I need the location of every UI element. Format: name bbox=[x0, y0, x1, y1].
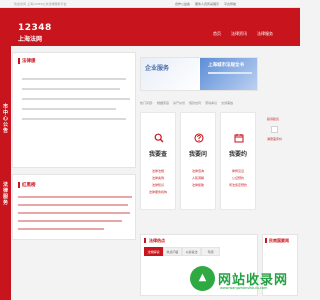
tab-interpretation[interactable]: 法规解读 bbox=[144, 247, 163, 256]
service-link[interactable]: 法律咨询 bbox=[181, 168, 215, 175]
tab-cases[interactable]: 以案说法 bbox=[182, 247, 201, 256]
service-link[interactable]: 法律案例 bbox=[141, 175, 175, 182]
service-query-items: 法律法规 法律案例 法律知识 法律服务机构 bbox=[141, 168, 175, 196]
site-header: 12348 上海法网 首页 法律资讯 法律服务 bbox=[0, 8, 300, 46]
service-appointment-items: 律师见证 公证预约 司法鉴定预约 bbox=[221, 168, 255, 189]
service-card-appointment[interactable]: 我要约 律师见证 公证预约 司法鉴定预约 bbox=[220, 112, 256, 210]
enterprise-service-banner[interactable]: 企业服务 bbox=[141, 58, 199, 90]
text-line bbox=[18, 220, 122, 222]
service-link[interactable]: 律师见证 bbox=[221, 168, 255, 175]
service-ask-title: 我要问 bbox=[188, 151, 207, 158]
service-appointment-title: 我要约 bbox=[228, 151, 247, 158]
rating-label[interactable]: 满意度评价 bbox=[267, 137, 282, 141]
service-link[interactable]: 法律援助 bbox=[181, 182, 215, 189]
nav-legal-service[interactable]: 法律服务 bbox=[257, 31, 273, 37]
tag-traffic[interactable]: 交通事故 bbox=[221, 101, 233, 105]
hot-tags: 热门问题: 婚姻家庭 房产纠纷 借款合同 劳动争议 交通事故 bbox=[140, 101, 233, 105]
feedback-icon[interactable] bbox=[271, 126, 278, 133]
top-link-cooperation[interactable]: 合作公益案 bbox=[175, 2, 190, 6]
news-side-title: 民商国要闻 bbox=[269, 238, 289, 243]
top-link-site-nav[interactable]: 平台导航 bbox=[224, 2, 236, 6]
logo-name[interactable]: 上海法网 bbox=[18, 34, 42, 43]
text-line bbox=[22, 98, 130, 100]
logo-number[interactable]: 12348 bbox=[18, 23, 52, 33]
text-line bbox=[18, 212, 130, 214]
nav-home[interactable]: 首页 bbox=[213, 31, 221, 37]
service-card-ask[interactable]: 我要问 法律咨询 人民调解 法律援助 bbox=[180, 112, 216, 210]
section-marker bbox=[144, 238, 146, 243]
tag-property[interactable]: 房产纠纷 bbox=[173, 101, 185, 105]
banner-subline bbox=[208, 72, 252, 74]
service-link[interactable]: 人民调解 bbox=[181, 175, 215, 182]
tag-loan[interactable]: 借款合同 bbox=[189, 101, 201, 105]
tab-special[interactable]: 专题 bbox=[201, 247, 220, 256]
legal-aid-title: 法律援 bbox=[22, 59, 36, 64]
service-query-title: 我要查 bbox=[148, 151, 167, 158]
section-marker bbox=[18, 182, 20, 188]
tag-labor[interactable]: 劳动争议 bbox=[205, 101, 217, 105]
service-banner[interactable]: 企业服务 上海城市法规全书 bbox=[140, 57, 258, 91]
text-line bbox=[22, 118, 126, 120]
regulations-title: 上海城市法规全书 bbox=[208, 63, 244, 68]
service-link[interactable]: 法律服务机构 bbox=[141, 189, 175, 196]
tab-qa[interactable]: 热点问答 bbox=[163, 247, 182, 256]
service-ask-items: 法律咨询 人民调解 法律援助 bbox=[181, 168, 215, 189]
top-utility-bar: 欢迎访问 上海12348公共法律服务平台 合作公益案 服务人员风采展示 平台导航 bbox=[0, 0, 300, 8]
blacklist-title: 红黑榜 bbox=[22, 183, 36, 188]
ribbon-service-text: 法律服务 bbox=[2, 182, 8, 206]
main-nav: 首页 法律资讯 法律服务 bbox=[213, 31, 273, 37]
text-line bbox=[18, 228, 104, 230]
text-line bbox=[22, 88, 120, 90]
watermark-url: www.wangzhanshoulu.com bbox=[220, 286, 268, 290]
hot-topics-title: 法律热点 bbox=[149, 238, 165, 243]
hot-topics-tabs: 法规解读 热点问答 以案说法 专题 bbox=[144, 247, 220, 256]
section-marker bbox=[265, 238, 267, 243]
watermark-logo-icon: ▲ bbox=[190, 266, 215, 291]
service-card-query[interactable]: 我要查 法律法规 法律案例 法律知识 法律服务机构 bbox=[140, 112, 176, 210]
text-line bbox=[22, 78, 126, 80]
enterprise-service-title: 企业服务 bbox=[145, 65, 170, 72]
regulations-banner[interactable]: 上海城市法规全书 bbox=[200, 58, 257, 90]
text-line bbox=[18, 196, 132, 198]
top-link-staff[interactable]: 服务人员风采展示 bbox=[195, 2, 219, 6]
service-link[interactable]: 司法鉴定预约 bbox=[221, 182, 255, 189]
text-line bbox=[22, 108, 116, 110]
hot-tags-label: 热门问题: bbox=[140, 101, 154, 105]
nav-legal-news[interactable]: 法律资讯 bbox=[231, 31, 247, 37]
top-links: 合作公益案 服务人员风采展示 平台导航 bbox=[175, 2, 236, 6]
site-watermark: ▲ 网站收录网 www.wangzhanshoulu.com bbox=[190, 263, 296, 295]
calendar-icon bbox=[234, 134, 244, 143]
question-icon bbox=[194, 133, 204, 143]
search-icon bbox=[154, 133, 164, 143]
service-link[interactable]: 法律知识 bbox=[141, 182, 175, 189]
complaint-label[interactable]: 投诉建议 bbox=[267, 117, 279, 121]
ribbon-notice-text: 市中心公告 bbox=[2, 104, 8, 134]
tag-marriage[interactable]: 婚姻家庭 bbox=[157, 101, 169, 105]
left-ribbon: 市中心公告 法律服务 bbox=[0, 46, 11, 300]
section-marker bbox=[18, 58, 20, 64]
welcome-text: 欢迎访问 上海12348公共法律服务平台 bbox=[14, 2, 67, 6]
service-link[interactable]: 法律法规 bbox=[141, 168, 175, 175]
service-link[interactable]: 公证预约 bbox=[221, 175, 255, 182]
legal-aid-card bbox=[12, 52, 136, 168]
text-line bbox=[18, 204, 128, 206]
